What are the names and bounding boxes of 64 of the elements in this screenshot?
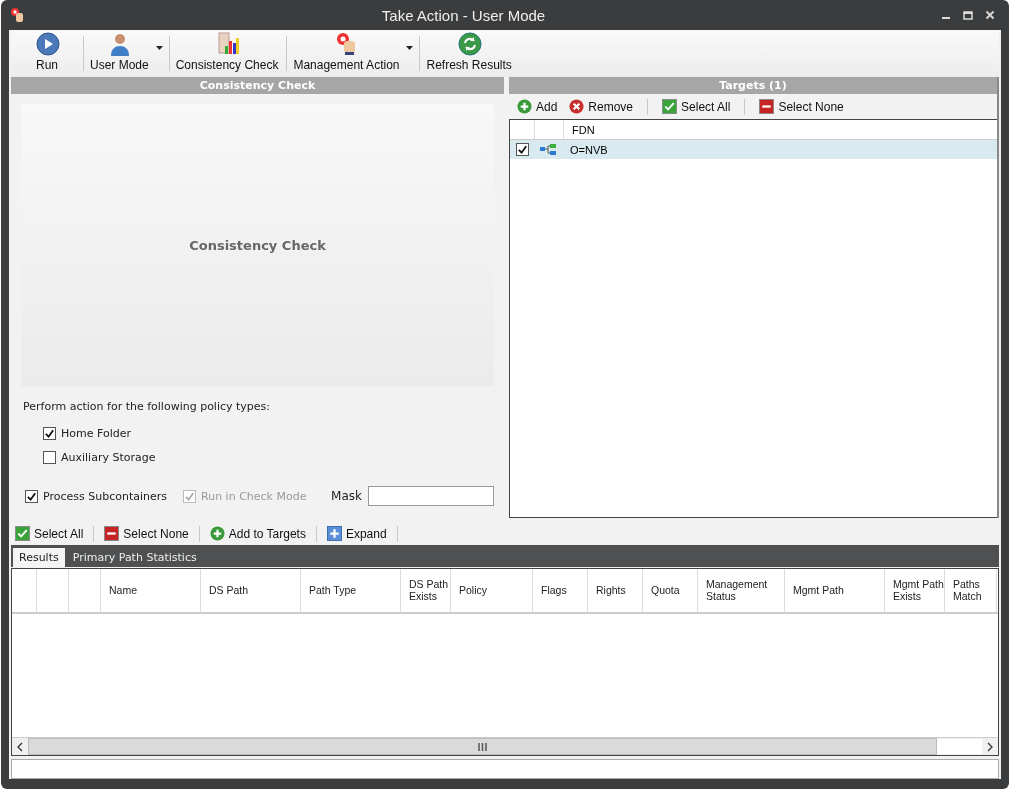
mask-label: Mask	[331, 489, 362, 503]
column-header[interactable]: DS Path	[209, 584, 249, 597]
tab[interactable]: Results	[13, 548, 65, 567]
column-header[interactable]: Rights	[596, 584, 626, 597]
checkbox-icon	[15, 526, 30, 541]
column-header[interactable]: Mgmt Path Exists	[893, 578, 944, 603]
checkbox[interactable]	[43, 426, 56, 440]
plus-icon	[517, 99, 532, 114]
column-header[interactable]: Mgmt Path	[793, 584, 844, 597]
action-button[interactable]: Select None	[755, 97, 848, 116]
action-button[interactable]: Expand	[322, 524, 391, 543]
play-icon	[36, 32, 60, 56]
column-header[interactable]: Quota	[651, 584, 680, 597]
minus-icon	[104, 526, 120, 541]
checkbox-label: Home Folder	[61, 426, 131, 440]
pointing-hand-icon	[10, 7, 26, 23]
toolbar-button[interactable]: Management Action	[287, 30, 420, 77]
checkbox[interactable]	[25, 489, 38, 503]
checkbox-icon	[662, 99, 678, 114]
checkbox-label: Run in Check Mode	[201, 489, 307, 503]
action-button[interactable]: Select All	[11, 524, 88, 543]
bar-chart-icon	[216, 32, 241, 56]
action-button[interactable]: Add	[513, 97, 562, 116]
checkbox[interactable]	[43, 450, 56, 464]
tab[interactable]: Primary Path Statistics	[66, 548, 203, 567]
panel-header: Consistency Check	[11, 77, 504, 94]
action-button[interactable]: Select All	[658, 97, 735, 116]
toolbar-button[interactable]: User Mode	[84, 30, 169, 77]
policy-prompt: Perform action for the following policy types:	[23, 400, 272, 413]
grip-icon	[478, 742, 487, 751]
column-header[interactable]: DS Path Exists	[409, 578, 450, 603]
column-header[interactable]: Paths Match	[953, 578, 996, 603]
action-button[interactable]: Remove	[565, 97, 638, 116]
action-button[interactable]: Select None	[100, 524, 193, 543]
toolbar-button[interactable]: Run	[13, 30, 83, 77]
toolbar-button[interactable]: Refresh Results	[420, 30, 520, 77]
table-cell-text: O=NVB	[569, 143, 608, 156]
checkbox-label: Auxiliary Storage	[61, 450, 156, 464]
remove-icon	[569, 99, 585, 114]
action-button[interactable]: Add to Targets	[205, 524, 310, 543]
column-header[interactable]: Name	[109, 584, 137, 597]
target-row[interactable]: O=NVB	[510, 140, 997, 159]
refresh-icon	[458, 32, 483, 56]
scrollbar-thumb[interactable]	[28, 738, 937, 755]
column-header[interactable]: Management Status	[706, 578, 784, 603]
expand-icon	[326, 526, 342, 541]
dropdown-caret-icon	[155, 46, 163, 50]
checkbox-label: Process Subcontainers	[43, 489, 167, 503]
column-header[interactable]: Policy	[459, 584, 487, 597]
checkbox[interactable]	[515, 143, 529, 156]
toolbar-button[interactable]: Consistency Check	[169, 30, 287, 77]
preview-title: Consistency Check	[189, 237, 326, 253]
close-icon[interactable]	[985, 10, 995, 20]
dropdown-caret-icon	[406, 46, 414, 50]
window-title: Take Action - User Mode	[380, 6, 547, 24]
panel-header: Targets (1)	[509, 77, 997, 94]
mask-input-field[interactable]	[368, 486, 494, 506]
tree-structure-icon	[540, 143, 556, 156]
plus-icon	[209, 526, 225, 541]
minus-icon	[759, 99, 775, 114]
column-header[interactable]: Flags	[541, 584, 567, 597]
column-header[interactable]: Path Type	[309, 584, 357, 597]
maximize-icon[interactable]	[963, 10, 973, 20]
column-header[interactable]: FDN	[564, 123, 595, 136]
